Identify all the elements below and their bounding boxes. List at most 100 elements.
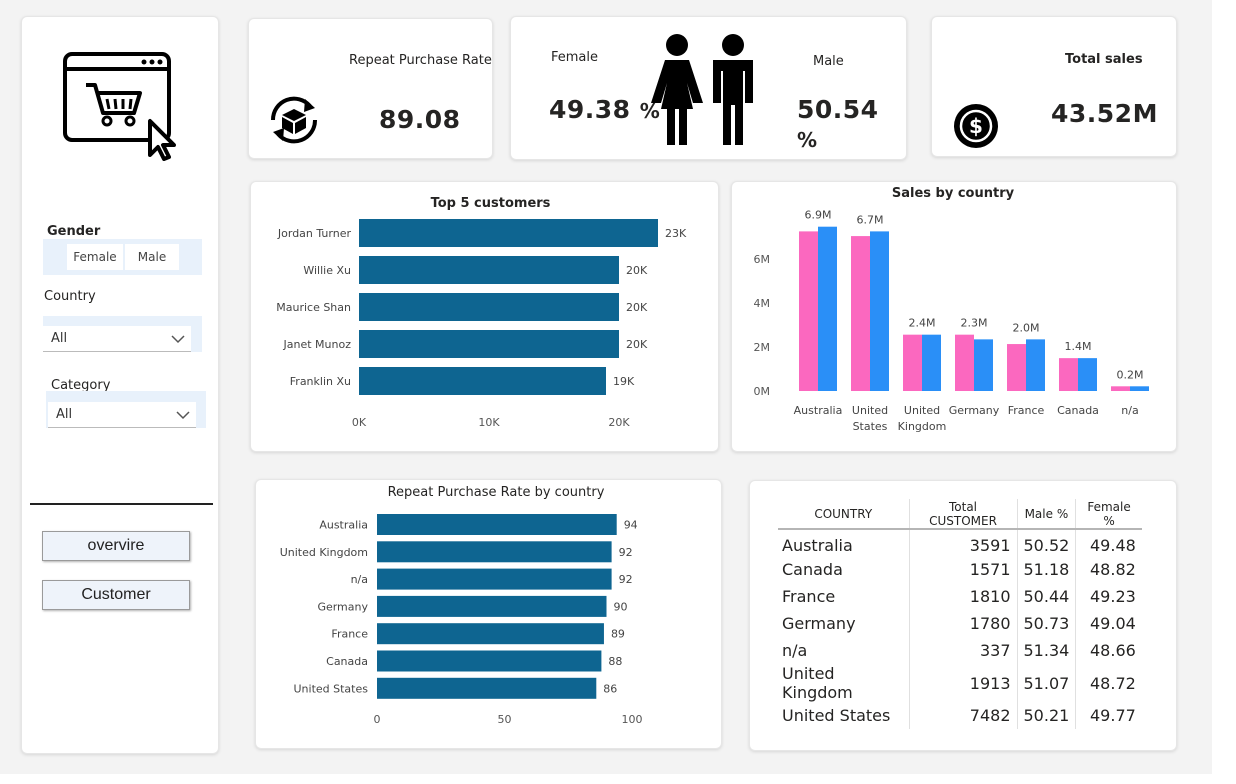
repeat-rate-by-country-chart: Repeat Purchase Rate by country Australi… xyxy=(255,479,722,749)
bar xyxy=(377,595,607,617)
filter-sidebar: Gender Female Male Country All Category … xyxy=(21,16,219,754)
category-label: Maurice Shan xyxy=(276,301,351,314)
data-label: 90 xyxy=(614,600,628,613)
category-label: Willie Xu xyxy=(303,264,351,277)
data-label: 19K xyxy=(613,375,635,388)
table-row[interactable]: United Kingdom 1913 51.07 48.72 xyxy=(778,664,1142,702)
total-sales-card: Total sales 43.52M $ xyxy=(931,16,1177,157)
bar xyxy=(377,514,617,535)
shopping-cart-browser-icon xyxy=(63,52,176,161)
cell-female-pct: 48.72 xyxy=(1090,673,1136,693)
top-customers-plot: Jordan Turner 23K Willie Xu 20K Maurice Shan… xyxy=(276,219,687,429)
category-dropdown[interactable]: All xyxy=(48,402,196,428)
cell-total-customer: 7482 xyxy=(909,702,1018,729)
male-label: Male xyxy=(813,54,844,69)
bar xyxy=(359,256,619,284)
y-tick-label: 0M xyxy=(754,385,771,398)
bar xyxy=(1111,386,1130,391)
category-label: United xyxy=(904,404,940,417)
cell-total-customer: 3591 xyxy=(909,529,1018,556)
x-tick-label: 50 xyxy=(498,713,512,726)
repeat-rate-card: Repeat Purchase Rate 89.08 xyxy=(248,18,493,159)
cell-country: Canada xyxy=(778,556,910,583)
bar xyxy=(903,334,922,391)
category-label: France xyxy=(331,628,368,641)
customer-nav-button[interactable]: Customer xyxy=(42,580,190,610)
gender-split-card: Female 49.38 % Male 50.54 % xyxy=(510,16,907,160)
column-header-country[interactable]: COUNTRY xyxy=(778,499,910,530)
category-label: Canada xyxy=(1057,404,1099,417)
table-row[interactable]: Australia 3591 50.52 49.48 xyxy=(778,529,1142,556)
cell-country: n/a xyxy=(778,637,910,664)
x-tick-label: 100 xyxy=(622,713,643,726)
cell-country: France xyxy=(778,583,910,610)
cell-total-customer: 1780 xyxy=(909,610,1018,637)
cell-male-pct: 50.73 xyxy=(1017,610,1077,637)
category-label: Germany xyxy=(317,600,368,613)
bar xyxy=(799,231,818,391)
cell-male-pct: 51.07 xyxy=(1017,664,1077,702)
table-row[interactable]: Canada 1571 51.18 48.82 xyxy=(778,556,1142,583)
gender-option-male[interactable]: Male xyxy=(125,244,179,270)
overview-nav-button[interactable]: overvire xyxy=(42,531,190,561)
male-percent: 50.54 % xyxy=(797,95,879,152)
x-tick-label: 10K xyxy=(478,416,500,429)
country-dropdown-value: All xyxy=(51,331,68,346)
category-label: France xyxy=(1008,404,1045,417)
gender-slicer: Female Male xyxy=(43,239,202,275)
table-row[interactable]: Germany 1780 50.73 49.04 xyxy=(778,610,1142,637)
cell-total-customer: 1810 xyxy=(909,583,1018,610)
category-label: Jordan Turner xyxy=(277,227,352,240)
bar xyxy=(359,219,658,247)
table-row[interactable]: France 1810 50.44 49.23 xyxy=(778,583,1142,610)
x-tick-label: 0 xyxy=(374,713,381,726)
category-label: States xyxy=(853,420,888,433)
total-sales-label: Total sales xyxy=(1065,52,1143,67)
bar xyxy=(870,231,889,391)
category-label: United States xyxy=(294,682,369,695)
bar xyxy=(1026,339,1045,391)
cell-female-pct: 49.23 xyxy=(1090,587,1136,606)
sales-by-country-chart: Sales by country 0M 2M 4M 6M 6.9M Australia 6.… xyxy=(731,181,1177,452)
cell-country: Australia xyxy=(778,529,910,556)
data-label: 20K xyxy=(626,301,648,314)
bar xyxy=(359,367,606,395)
gender-option-female[interactable]: Female xyxy=(67,244,123,270)
data-label: 6.7M xyxy=(857,213,884,226)
data-label: 20K xyxy=(626,338,648,351)
cell-male-pct: 50.52 xyxy=(1017,529,1077,556)
bar xyxy=(377,541,612,563)
cell-country: Germany xyxy=(778,610,910,637)
data-label: 94 xyxy=(624,519,638,532)
column-header-total-customer[interactable]: Total CUSTOMER xyxy=(909,499,1018,530)
country-slicer: All xyxy=(43,316,202,352)
cell-total-customer: 1913 xyxy=(909,664,1018,702)
data-label: 92 xyxy=(619,573,633,586)
y-tick-label: 4M xyxy=(754,297,771,310)
chevron-down-icon xyxy=(171,335,185,344)
cell-total-customer: 337 xyxy=(909,637,1018,664)
data-label: 23K xyxy=(665,227,687,240)
country-table-card: COUNTRY Total CUSTOMER Male % Female % A… xyxy=(749,480,1177,751)
column-header-male-pct[interactable]: Male % xyxy=(1017,499,1077,530)
category-label: Canada xyxy=(326,655,368,668)
sales-by-country-plot: 0M 2M 4M 6M 6.9M Australia 6.7M United States 2.4… xyxy=(754,209,1149,433)
table-row[interactable]: United States 7482 50.21 49.77 xyxy=(778,702,1142,729)
bar xyxy=(377,677,597,699)
bar xyxy=(1130,386,1149,391)
bar xyxy=(922,334,941,391)
table-row[interactable]: n/a 337 51.34 48.66 xyxy=(778,637,1142,664)
top-customers-chart: Top 5 customers Jordan Turner 23K Willie X… xyxy=(250,181,719,452)
cell-female-pct: 48.82 xyxy=(1090,560,1136,579)
category-label: n/a xyxy=(351,573,368,586)
bar xyxy=(377,650,602,672)
category-label: Australia xyxy=(794,404,843,417)
country-slicer-title: Country xyxy=(44,289,96,304)
data-label: 89 xyxy=(611,628,625,641)
column-header-female-pct[interactable]: Female % xyxy=(1075,499,1142,530)
country-dropdown[interactable]: All xyxy=(43,326,191,352)
bar xyxy=(818,226,837,391)
data-label: 88 xyxy=(608,655,622,668)
country-table: COUNTRY Total CUSTOMER Male % Female % A… xyxy=(778,499,1142,729)
data-label: 1.4M xyxy=(1065,340,1092,353)
